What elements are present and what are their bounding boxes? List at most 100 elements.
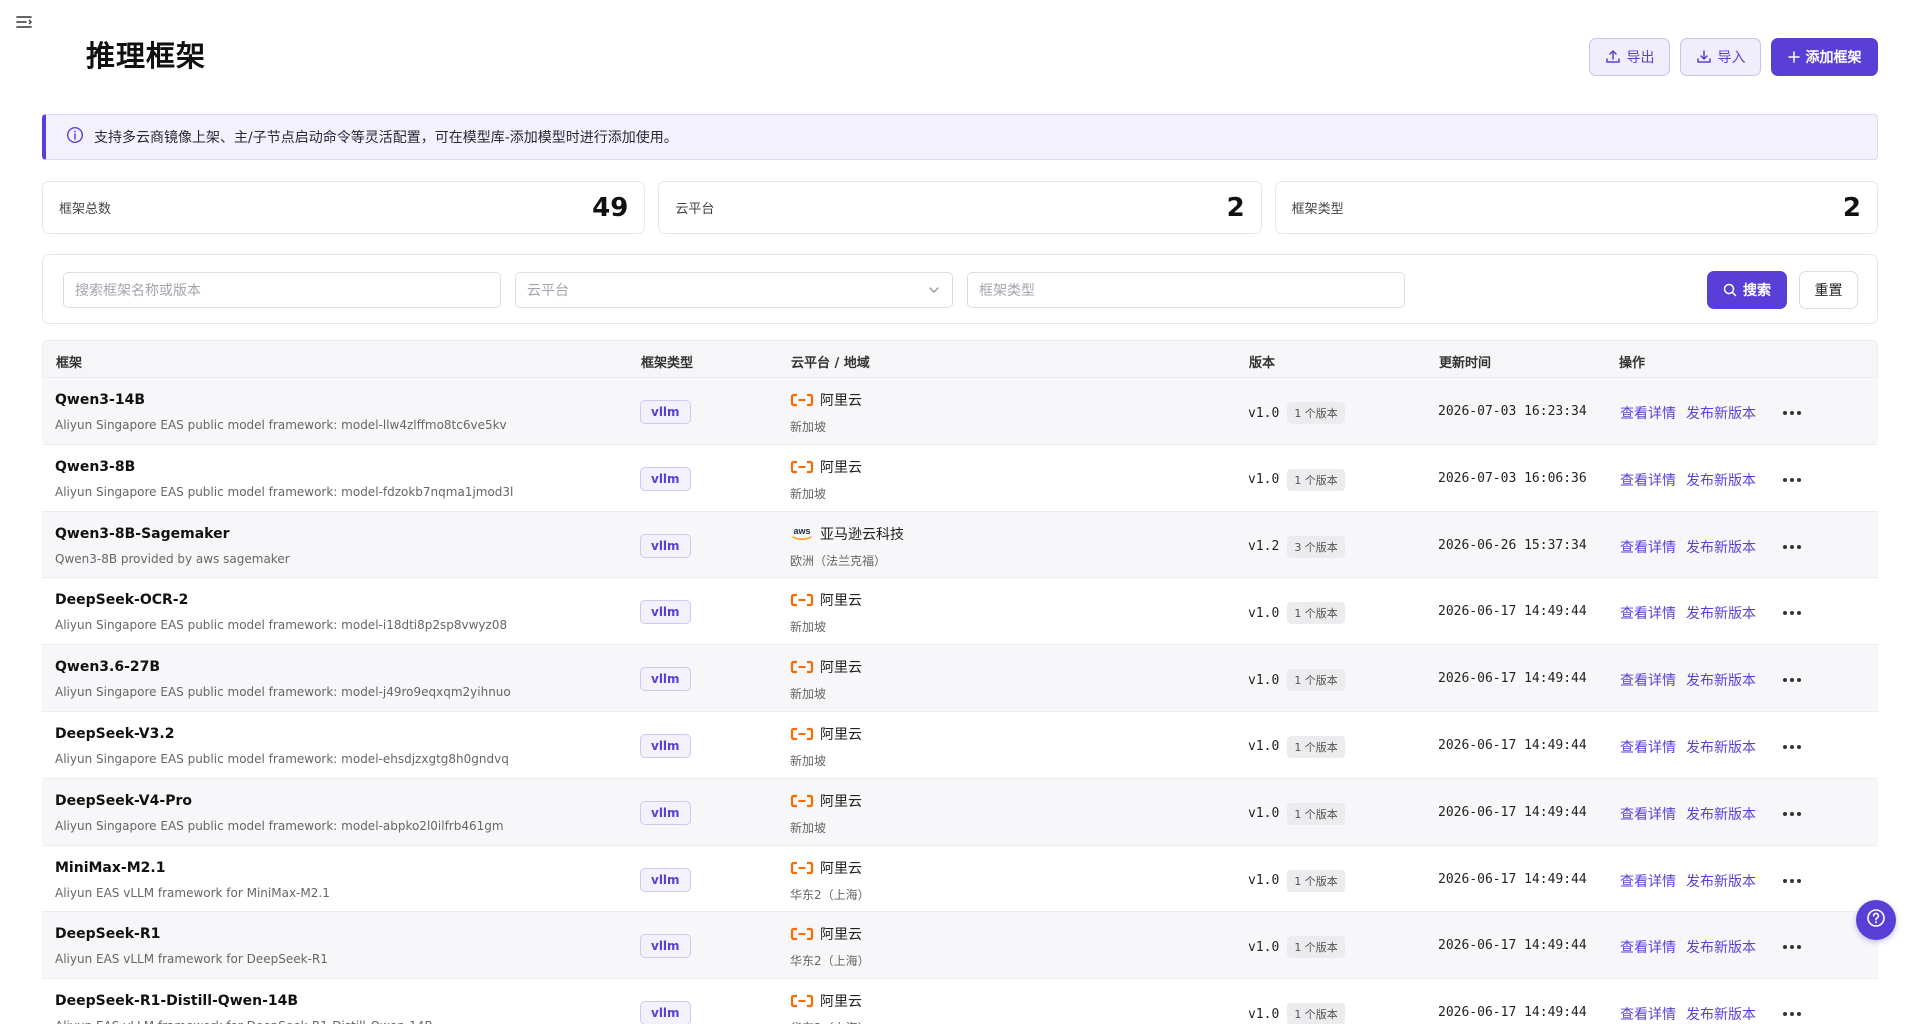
cloud-platform: 阿里云 [790,457,862,477]
view-detail-link[interactable]: 查看详情 [1620,804,1676,824]
view-detail-link[interactable]: 查看详情 [1620,937,1676,957]
version-number: v1.0 [1248,806,1280,822]
version-number: v1.0 [1248,1006,1280,1022]
version-cell: v1.0 1 个版本 [1248,402,1345,424]
framework-name: DeepSeek-OCR-2 [55,592,189,609]
aliyun-logo-icon [790,793,814,809]
updated-time: 2026-06-17 14:49:44 [1438,871,1587,887]
framework-desc: Aliyun Singapore EAS public model framew… [55,484,514,499]
import-button[interactable]: 导入 [1680,38,1761,76]
version-count-badge: 1 个版本 [1287,402,1345,424]
publish-version-link[interactable]: 发布新版本 [1686,804,1756,824]
table-row: DeepSeek-R1-Distill-Qwen-14B Aliyun EAS v… [42,979,1878,1024]
framework-name: DeepSeek-V3.2 [55,725,175,742]
framework-name: MiniMax-M2.1 [55,859,166,876]
view-detail-link[interactable]: 查看详情 [1620,737,1676,757]
version-count-badge: 1 个版本 [1287,936,1345,959]
cloud-name: 亚马逊云科技 [820,526,904,543]
version-count-badge: 1 个版本 [1287,802,1345,825]
info-icon [66,126,84,148]
type-placeholder: 框架类型 [979,283,1035,299]
add-label: 添加框架 [1805,50,1862,66]
framework-name: Qwen3-8B-Sagemaker [55,525,230,542]
help-button[interactable] [1856,900,1896,940]
cloud-platform: 阿里云 [790,390,862,410]
add-framework-button[interactable]: 添加框架 [1771,38,1878,76]
aliyun-logo-icon [790,659,814,675]
framework-name: Qwen3-14B [55,392,146,408]
version-number: v1.0 [1248,472,1280,488]
more-horizontal-icon[interactable] [1776,537,1808,557]
updated-time: 2026-06-17 14:49:44 [1438,671,1587,687]
publish-version-link[interactable]: 发布新版本 [1686,670,1756,690]
version-cell: v1.0 1 个版本 [1248,735,1345,758]
more-horizontal-icon[interactable] [1776,470,1808,490]
framework-type-tag: vllm [640,600,691,625]
view-detail-link[interactable]: 查看详情 [1620,871,1676,891]
version-count-badge: 1 个版本 [1287,1003,1345,1024]
version-cell: v1.0 1 个版本 [1248,936,1345,959]
version-count-badge: 1 个版本 [1287,735,1345,758]
view-detail-link[interactable]: 查看详情 [1620,470,1676,490]
more-horizontal-icon[interactable] [1776,403,1808,423]
aws-logo-icon: aws [790,526,814,542]
version-count-badge: 1 个版本 [1287,468,1345,491]
view-detail-link[interactable]: 查看详情 [1620,537,1676,557]
col-header-type: 框架类型 [641,356,694,371]
cloud-name: 阿里云 [820,393,862,409]
aliyun-logo-icon [790,459,814,475]
type-input[interactable]: 框架类型 [967,272,1405,308]
filter-bar: 搜索框架名称或版本 云平台 框架类型 搜索 重置 [42,254,1878,324]
cloud-platform: 阿里云 [790,724,862,744]
cloud-region: 新加坡 [790,486,827,501]
cloud-platform: 阿里云 [790,924,862,944]
publish-version-link[interactable]: 发布新版本 [1686,603,1756,623]
more-horizontal-icon[interactable] [1776,1004,1808,1024]
publish-version-link[interactable]: 发布新版本 [1686,937,1756,957]
cloud-name: 阿里云 [820,660,862,677]
search-button[interactable]: 搜索 [1707,271,1787,309]
more-horizontal-icon[interactable] [1776,804,1808,824]
view-detail-link[interactable]: 查看详情 [1620,403,1676,423]
publish-version-link[interactable]: 发布新版本 [1686,537,1756,557]
stat-label: 云平台 [675,202,715,217]
col-header-updated: 更新时间 [1439,356,1492,371]
more-horizontal-icon[interactable] [1776,603,1808,623]
publish-version-link[interactable]: 发布新版本 [1686,1004,1756,1024]
framework-type-tag: vllm [640,800,691,825]
publish-version-link[interactable]: 发布新版本 [1686,737,1756,757]
framework-name: Qwen3.6-27B [55,659,161,676]
view-detail-link[interactable]: 查看详情 [1620,1004,1676,1024]
framework-type-tag: vllm [640,533,691,558]
framework-name: DeepSeek-R1-Distill-Qwen-14B [55,993,299,1010]
table-row: Qwen3-14B Aliyun Singapore EAS public mod… [42,378,1878,445]
search-icon [1723,283,1737,297]
menu-icon[interactable] [16,15,32,29]
col-header-framework: 框架 [56,356,83,371]
framework-desc: Aliyun Singapore EAS public model framew… [55,818,504,833]
version-number: v1.0 [1248,939,1280,955]
view-detail-link[interactable]: 查看详情 [1620,603,1676,623]
more-horizontal-icon[interactable] [1776,871,1808,891]
table-row: DeepSeek-V3.2 Aliyun Singapore EAS public… [42,712,1878,779]
more-horizontal-icon[interactable] [1776,737,1808,757]
version-count-badge: 1 个版本 [1287,669,1345,692]
search-input[interactable]: 搜索框架名称或版本 [63,272,501,308]
publish-version-link[interactable]: 发布新版本 [1686,403,1756,423]
more-horizontal-icon[interactable] [1776,937,1808,957]
reset-button[interactable]: 重置 [1799,271,1858,309]
stat-card-total: 框架总数 49 [42,181,646,234]
publish-version-link[interactable]: 发布新版本 [1686,470,1756,490]
view-detail-link[interactable]: 查看详情 [1620,670,1676,690]
export-button[interactable]: 导出 [1589,38,1670,76]
publish-version-link[interactable]: 发布新版本 [1686,871,1756,891]
table-row: DeepSeek-V4-Pro Aliyun Singapore EAS publ… [42,778,1878,846]
updated-time: 2026-06-17 14:49:44 [1438,1005,1587,1021]
cloud-name: 阿里云 [820,927,862,944]
chevron-down-icon [928,284,940,300]
more-horizontal-icon[interactable] [1776,670,1808,690]
framework-desc: Aliyun EAS vLLM framework for MiniMax-M2… [55,885,330,900]
cloud-select[interactable]: 云平台 [515,272,953,308]
aliyun-logo-icon [790,993,814,1009]
version-cell: v1.0 1 个版本 [1248,602,1345,625]
